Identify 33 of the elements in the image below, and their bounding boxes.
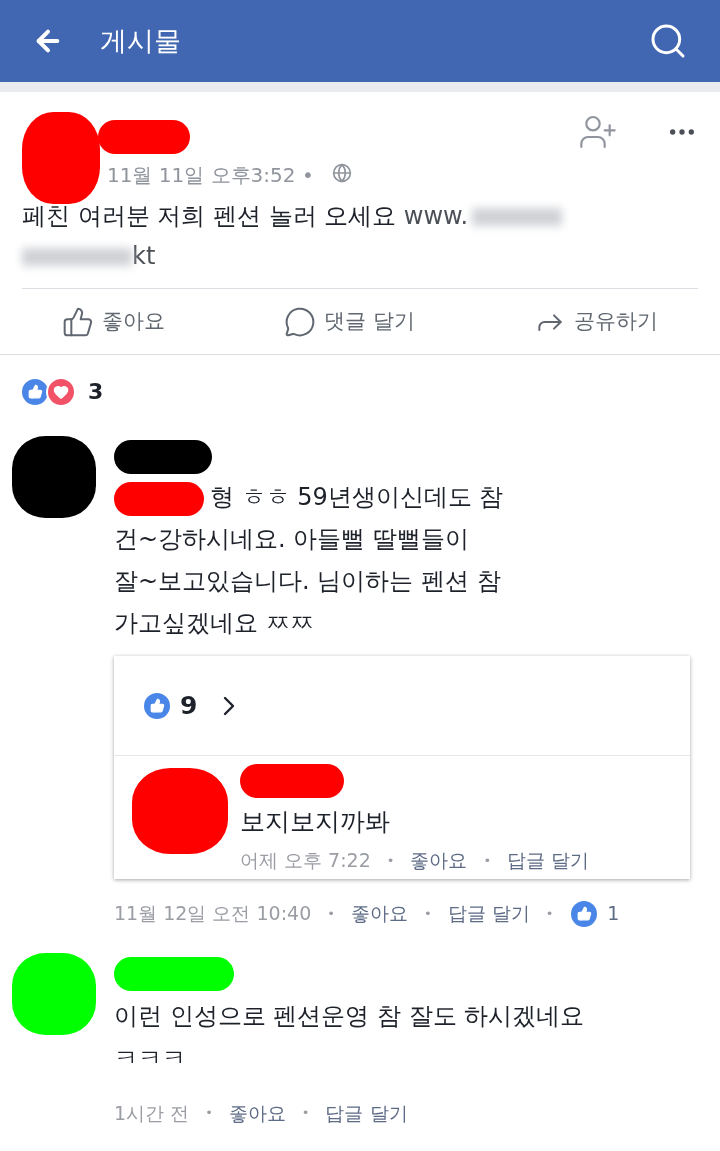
reply-like-count: 9 <box>180 689 198 722</box>
separator: • <box>423 904 432 923</box>
like-link[interactable]: 좋아요 <box>410 846 468 875</box>
separator: • <box>483 851 492 870</box>
like-link[interactable]: 좋아요 <box>228 1098 286 1127</box>
action-button[interactable]: 공유하기 <box>534 305 658 338</box>
reply-link[interactable]: 답글 달기 <box>325 1098 408 1127</box>
separator: • <box>386 851 395 870</box>
speech-bubble-icon <box>284 305 317 338</box>
comment-time: 어제 오후 7:22 <box>240 848 371 873</box>
like-link[interactable]: 좋아요 <box>350 899 408 928</box>
post-time: 11월 11일 오후3:52 • <box>107 162 314 189</box>
reply-link[interactable]: 답글 달기 <box>447 899 530 928</box>
comment-time: 11월 12일 오전 10:40 <box>114 901 312 927</box>
separator: • <box>301 1104 310 1122</box>
thumbs-up-icon <box>62 305 94 338</box>
separator: • <box>545 904 554 923</box>
reply-text: 보지보지까봐 <box>240 806 391 838</box>
like-count: 1 <box>607 901 620 927</box>
globe-icon <box>332 163 352 183</box>
action-button[interactable]: 좋아요 <box>62 305 165 338</box>
separator: • <box>327 904 335 923</box>
link-text[interactable]: kt <box>132 242 156 270</box>
page-title: 게시물 <box>100 23 182 58</box>
action-button[interactable]: 댓글 달기 <box>284 305 415 338</box>
link-text[interactable]: www. <box>403 202 469 230</box>
comment-time: 1시간 전 <box>114 1100 190 1126</box>
reaction-count: 3 <box>88 378 104 406</box>
separator: • <box>205 1104 213 1122</box>
post-text: 페친 여러분 저희 펜션 놀러 오세요 <box>22 202 397 230</box>
comment-text: 형 ㅎㅎ 59년생이신데도 참 건~강하시네요. 아들뻘 딸뻘들이 잘~보고있습니다. 님이하는 펜션 참 가고싶겠네요 ㅉㅉ <box>114 482 505 639</box>
comment-text: 이런 인성으로 펜션운영 참 잘도 하시겠네요 ㅋㅋㅋ <box>114 1000 586 1074</box>
reply-link[interactable]: 답글 달기 <box>507 846 590 875</box>
